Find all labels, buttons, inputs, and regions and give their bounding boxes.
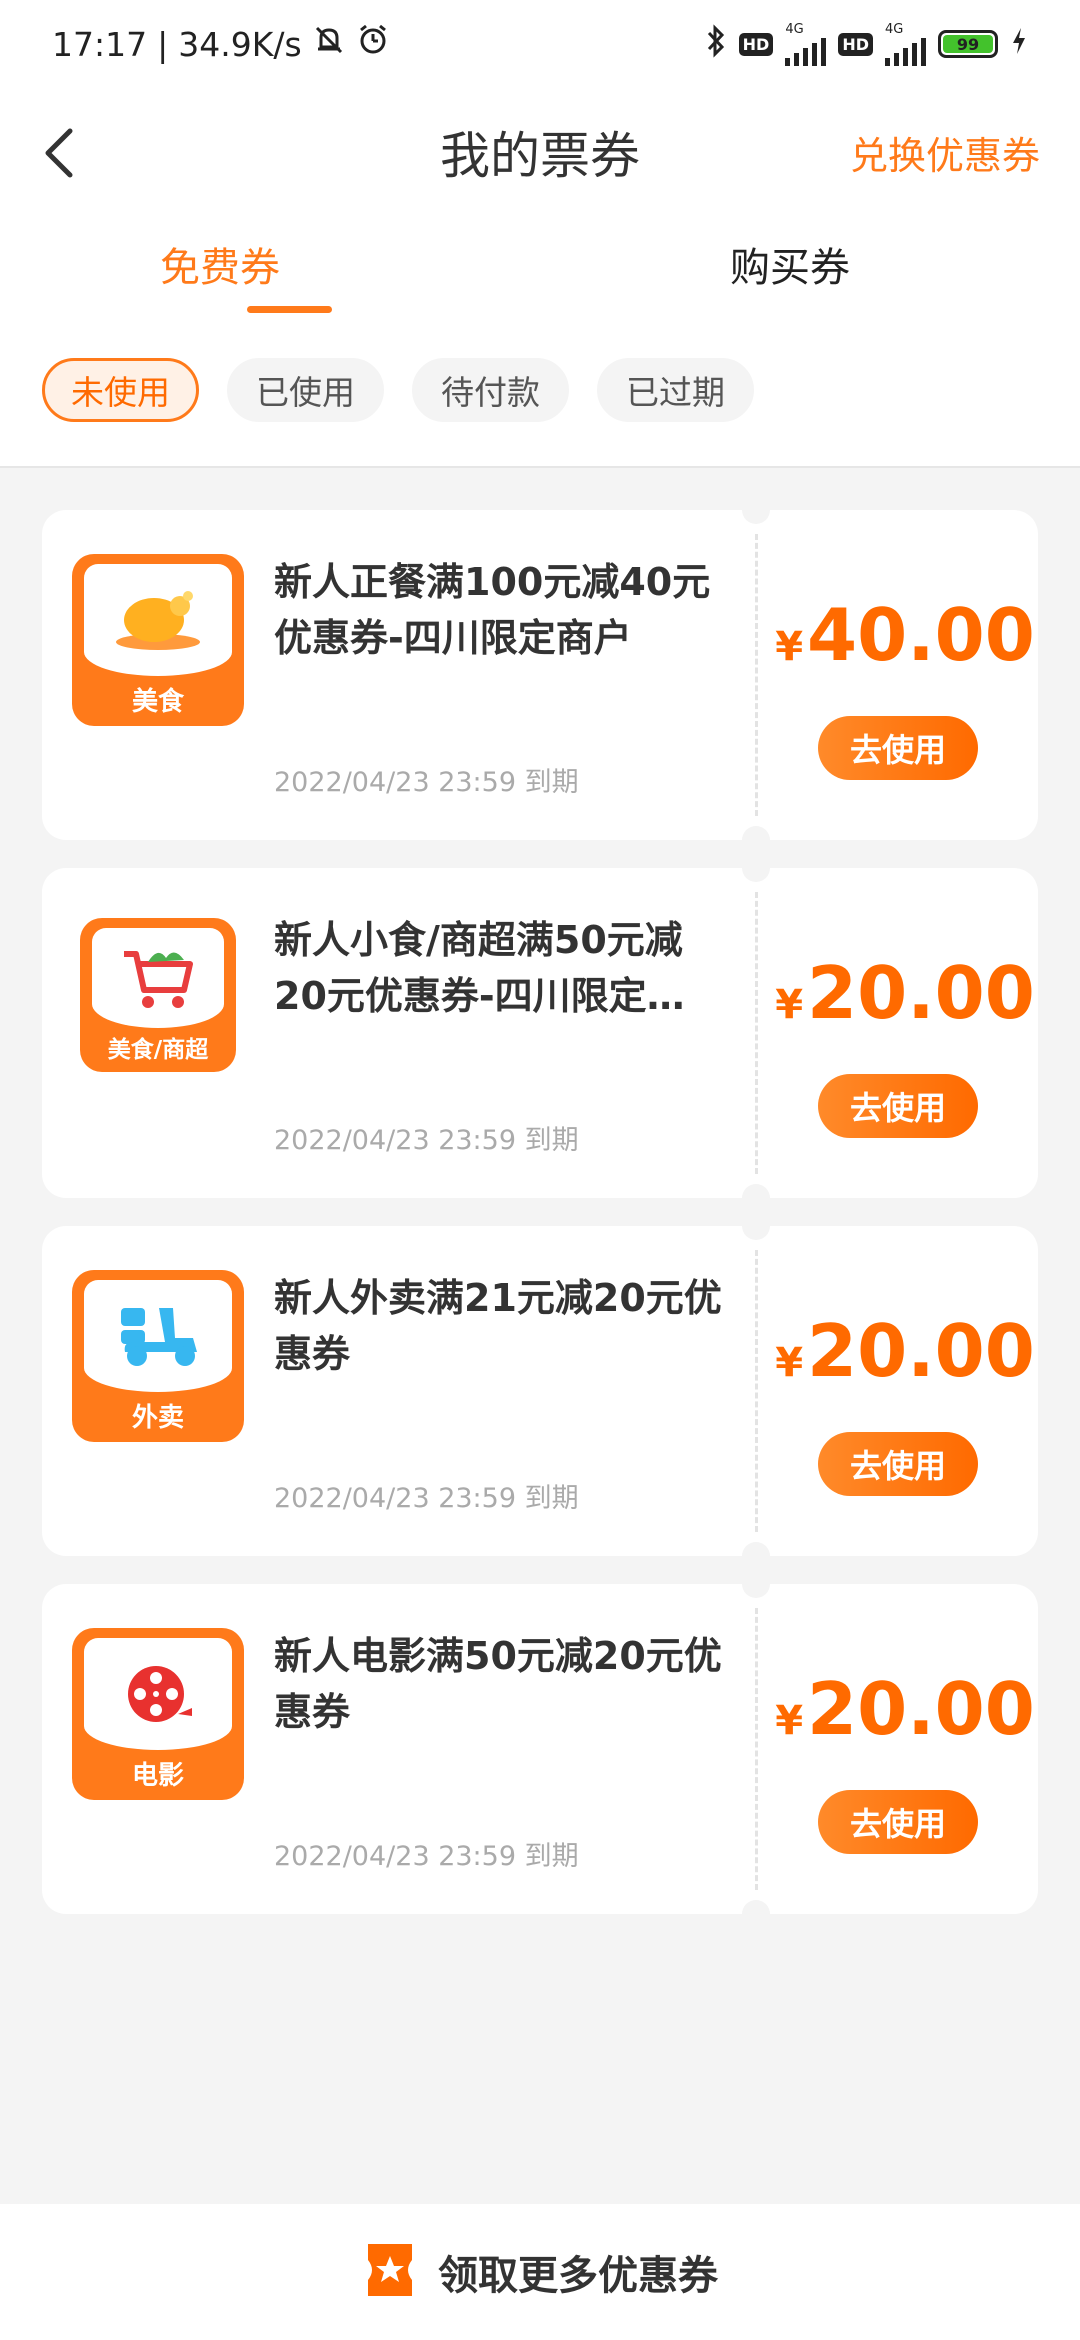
get-more-coupons-label: 领取更多优惠券	[438, 2253, 718, 2299]
coupon-card[interactable]: 电影 新人电影满50元减20元优惠券 2022/04/23 23:59 到期 ¥…	[42, 1570, 1038, 1928]
card-notch	[742, 1900, 770, 1928]
scooter-icon	[84, 1280, 232, 1392]
use-coupon-button[interactable]: 去使用	[818, 716, 978, 780]
coupon-expiry: 2022/04/23 23:59 到期	[274, 1483, 579, 1514]
hd-badge: HD	[738, 32, 774, 56]
active-tab-indicator	[247, 306, 332, 313]
card-divider	[755, 892, 758, 1174]
coupon-category-badge: 外卖	[72, 1270, 244, 1442]
status-time: 17:17	[52, 24, 148, 64]
coupon-amount: ¥20.00	[772, 1659, 1038, 1771]
card-divider	[755, 1608, 758, 1890]
network-type: 4G	[885, 21, 904, 37]
category-label: 美食/商超	[107, 1037, 209, 1063]
hd-badge: HD	[838, 32, 873, 56]
coupon-category-badge: 美食/商超	[80, 918, 236, 1072]
category-label: 美食	[131, 687, 184, 717]
currency-symbol: ¥	[775, 624, 804, 670]
tab-free-coupons[interactable]: 免费券	[150, 228, 290, 308]
card-divider	[755, 1250, 758, 1532]
status-left: 17:17 | 34.9K/s	[52, 23, 390, 65]
network-type: 4G	[785, 21, 804, 37]
coupon-card[interactable]: 美食 新人正餐满100元减40元优惠券-四川限定商户 2022/04/23 23…	[42, 496, 1038, 854]
bluetooth-icon	[705, 24, 727, 64]
card-notch	[742, 1570, 770, 1598]
battery-level: 99	[943, 35, 993, 54]
currency-symbol: ¥	[775, 982, 804, 1028]
coupon-amount: ¥40.00	[772, 585, 1038, 697]
status-bar: 17:17 | 34.9K/s HD 4G HD 4G 99	[0, 0, 1080, 88]
card-notch	[742, 496, 770, 524]
category-label: 电影	[131, 1761, 184, 1791]
coupon-amount: ¥20.00	[772, 943, 1038, 1055]
card-notch	[742, 826, 770, 854]
currency-symbol: ¥	[775, 1340, 804, 1386]
filter-expired[interactable]: 已过期	[597, 358, 754, 422]
signal-2: 4G	[885, 23, 926, 66]
battery-icon: 99	[938, 30, 998, 58]
signal-bars-icon	[785, 36, 827, 66]
alarm-clock-icon	[356, 23, 390, 65]
signal-1: 4G	[785, 21, 827, 66]
charging-icon	[1010, 26, 1028, 62]
amount-value: 20.00	[807, 1309, 1035, 1393]
coupon-title: 新人外卖满21元减20元优惠券	[274, 1276, 722, 1376]
amount-value: 20.00	[807, 951, 1035, 1035]
coupon-category-badge: 美食	[72, 554, 244, 726]
use-coupon-button[interactable]: 去使用	[818, 1432, 978, 1496]
film-reel-icon	[84, 1638, 232, 1750]
header: 我的票券 兑换优惠券 免费券 购买券 未使用 已使用 待付款 已过期	[0, 88, 1080, 468]
coupon-amount: ¥20.00	[772, 1301, 1038, 1413]
filter-chips: 未使用 已使用 待付款 已过期	[42, 358, 754, 422]
use-coupon-button[interactable]: 去使用	[818, 1790, 978, 1854]
status-right: HD 4G HD 4G 99	[705, 23, 1028, 66]
coupon-expiry: 2022/04/23 23:59 到期	[274, 1841, 579, 1872]
category-label: 外卖	[131, 1403, 184, 1433]
coupon-title: 新人小食/商超满50元减20元优惠券-四川限定…	[274, 918, 685, 1018]
coupon-title: 新人电影满50元减20元优惠券	[274, 1634, 722, 1734]
status-divider: |	[157, 24, 169, 64]
status-network-speed: 34.9K/s	[178, 24, 302, 64]
get-more-coupons-bar[interactable]: 领取更多优惠券	[0, 2204, 1080, 2340]
currency-symbol: ¥	[775, 1698, 804, 1744]
coupon-list: 美食 新人正餐满100元减40元优惠券-四川限定商户 2022/04/23 23…	[42, 496, 1038, 1942]
filter-used[interactable]: 已使用	[227, 358, 384, 422]
filter-pending-payment[interactable]: 待付款	[412, 358, 569, 422]
card-divider	[755, 534, 758, 816]
card-notch	[742, 854, 770, 882]
card-notch	[742, 1212, 770, 1240]
mute-bell-icon	[312, 23, 346, 65]
coupon-card[interactable]: 外卖 新人外卖满21元减20元优惠券 2022/04/23 23:59 到期 ¥…	[42, 1212, 1038, 1570]
use-coupon-button[interactable]: 去使用	[818, 1074, 978, 1138]
coupon-title: 新人正餐满100元减40元优惠券-四川限定商户	[274, 560, 711, 660]
shopping-cart-icon	[92, 928, 224, 1028]
coupon-card[interactable]: 美食/商超 新人小食/商超满50元减20元优惠券-四川限定… 2022/04/2…	[42, 854, 1038, 1212]
filter-unused[interactable]: 未使用	[42, 358, 199, 422]
coupon-expiry: 2022/04/23 23:59 到期	[274, 767, 579, 798]
coupon-expiry: 2022/04/23 23:59 到期	[274, 1125, 579, 1156]
tab-purchased-coupons[interactable]: 购买券	[720, 228, 860, 308]
card-notch	[742, 1542, 770, 1570]
signal-bars-icon	[885, 36, 926, 66]
amount-value: 20.00	[807, 1667, 1035, 1751]
card-notch	[742, 1184, 770, 1212]
roast-chicken-icon	[84, 564, 232, 676]
ticket-star-icon	[362, 2240, 418, 2304]
exchange-coupon-link[interactable]: 兑换优惠券	[850, 106, 1040, 206]
coupon-category-badge: 电影	[72, 1628, 244, 1800]
amount-value: 40.00	[807, 593, 1035, 677]
